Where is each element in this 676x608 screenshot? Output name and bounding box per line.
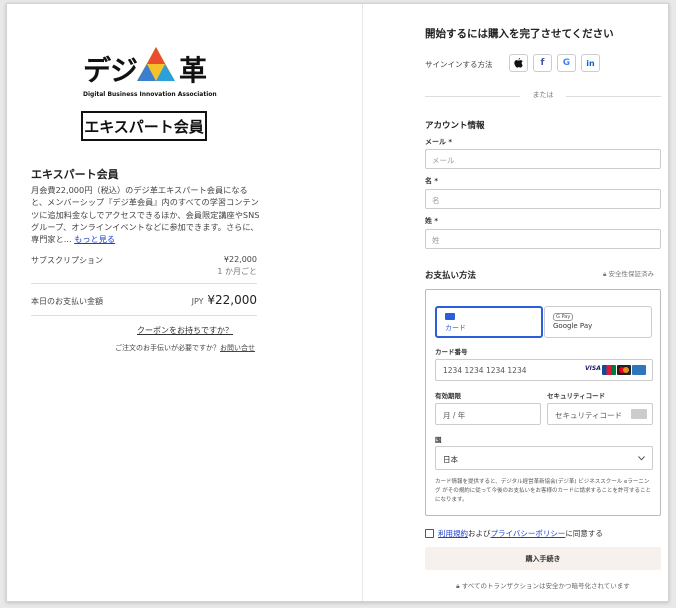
secure-transaction-note: 🔒︎ すべてのトランザクションは安全かつ暗号化されています: [425, 580, 661, 591]
checkout-title: 開始するには購入を完了させてください: [425, 28, 614, 40]
cvc-label: セキュリティコード: [547, 392, 606, 400]
total-price: ¥22,000: [207, 293, 257, 307]
country-select[interactable]: 日本: [435, 446, 653, 470]
tab-google-pay[interactable]: G Pay Google Pay: [544, 306, 652, 338]
subscription-price: ¥22,000: [223, 255, 257, 264]
secure-text: 安全性保証済み: [608, 270, 655, 278]
subscription-label: サブスクリプション: [31, 256, 103, 265]
purchase-button[interactable]: 購入手続き: [425, 547, 661, 570]
apple-icon: [514, 58, 523, 68]
cvc-card-icon: [631, 409, 647, 419]
total-row: 本日のお支払い金額 JPY ¥22,000: [31, 293, 257, 309]
payment-form: カード G Pay Google Pay カード番号 1234 1234 123…: [425, 289, 661, 516]
expiry-input[interactable]: 月 / 年: [435, 403, 541, 425]
tab-card-label: カード: [445, 324, 466, 332]
payment-panel: 開始するには購入を完了させてください サインインする方法 f G in または …: [364, 4, 668, 601]
divider: [31, 315, 257, 316]
payment-section-title: お支払い方法: [425, 271, 477, 281]
divider: [31, 283, 257, 284]
help-text: ご注文のお手伝いが必要ですか？: [115, 344, 220, 352]
contact-link[interactable]: お問い合せ: [220, 344, 255, 352]
chevron-down-icon: [638, 456, 645, 461]
brand-logo: デジ 革 Digital Business Innovation Associa…: [83, 44, 217, 100]
privacy-link[interactable]: プライバシーポリシー: [491, 529, 566, 538]
card-number-placeholder: 1234 1234 1234 1234: [443, 366, 527, 375]
plan-description-text: 月会費22,000円（税込）のデジ革エキスパート会員になると、メンバーシップ『デ…: [31, 185, 260, 245]
first-name-label: 名 *: [425, 177, 439, 185]
signin-label: サインインする方法: [425, 60, 493, 69]
linkedin-signin-button[interactable]: in: [581, 54, 600, 72]
membership-badge: エキスパート会員: [81, 111, 207, 141]
help-row: ご注文のお手伝いが必要ですか？お問い合せ: [7, 343, 363, 353]
logo-subtitle: Digital Business Innovation Association: [83, 91, 217, 98]
secure-transaction-text: すべてのトランザクションは安全かつ暗号化されています: [461, 582, 630, 590]
tab-google-pay-label: Google Pay: [553, 322, 593, 330]
country-label: 国: [435, 436, 442, 444]
apple-signin-button[interactable]: [509, 54, 528, 72]
lock-icon: 🔒︎: [602, 270, 607, 278]
visa-icon: VISA: [585, 365, 601, 375]
jcb-icon: [602, 365, 616, 375]
country-value: 日本: [443, 455, 458, 464]
show-more-link[interactable]: もっと見る: [74, 234, 115, 244]
expiry-label: 有効期限: [435, 392, 461, 400]
terms-checkbox-row: 利用規約およびプライバシーポリシーに同意する: [425, 528, 603, 539]
secure-badge: 🔒︎ 安全性保証済み: [603, 268, 654, 279]
google-signin-button[interactable]: G: [557, 54, 576, 72]
total-label: 本日のお支払い金額: [31, 297, 103, 306]
amex-icon: [632, 365, 646, 375]
mastercard-icon: [617, 365, 631, 375]
plan-title: エキスパート会員: [31, 168, 119, 181]
google-icon: G: [562, 58, 571, 68]
facebook-icon: f: [540, 58, 545, 68]
card-icon: [445, 313, 455, 320]
checkout-window: デジ 革 Digital Business Innovation Associa…: [6, 3, 669, 602]
account-section-title: アカウント情報: [425, 121, 485, 131]
first-name-input[interactable]: 名: [425, 189, 661, 209]
card-consent-note: カード情報を提供すると、デジタル経営革新協会(デジ革) ビジネススクール eラー…: [435, 479, 651, 503]
order-summary-panel: デジ 革 Digital Business Innovation Associa…: [7, 4, 363, 601]
last-name-label: 姓 *: [425, 217, 439, 225]
card-number-label: カード番号: [435, 348, 468, 356]
logo-text-left: デジ: [83, 54, 138, 87]
card-brand-logos: VISA: [585, 365, 646, 375]
cvc-input[interactable]: セキュリティコード: [547, 403, 653, 425]
tab-card[interactable]: カード: [435, 306, 543, 338]
terms-checkbox[interactable]: [425, 529, 434, 538]
last-name-input[interactable]: 姓: [425, 229, 661, 249]
logo-text-right: 革: [179, 54, 207, 87]
terms-agree: に同意する: [565, 529, 603, 538]
total-currency: JPY: [191, 297, 204, 306]
lock-icon: 🔒︎: [456, 582, 460, 590]
email-label: メール *: [425, 138, 453, 146]
subscription-period: 1 か月ごと: [217, 267, 257, 276]
google-pay-icon: G Pay: [553, 313, 574, 321]
triangle-logo-icon: [137, 47, 175, 81]
email-input[interactable]: メール: [425, 149, 661, 169]
plan-description: 月会費22,000円（税込）のデジ革エキスパート会員になると、メンバーシップ『デ…: [31, 184, 261, 245]
coupon-link[interactable]: クーポンをお持ちですか？: [7, 325, 363, 336]
cvc-placeholder: セキュリティコード: [555, 411, 623, 420]
terms-link[interactable]: 利用規約: [438, 529, 468, 538]
subscription-row: サブスクリプション ¥22,000 1 か月ごと: [31, 255, 257, 276]
facebook-signin-button[interactable]: f: [533, 54, 552, 72]
or-divider: または: [425, 90, 661, 102]
card-number-input[interactable]: 1234 1234 1234 1234 VISA: [435, 359, 653, 381]
linkedin-icon: in: [586, 58, 595, 68]
terms-and: および: [468, 529, 491, 538]
